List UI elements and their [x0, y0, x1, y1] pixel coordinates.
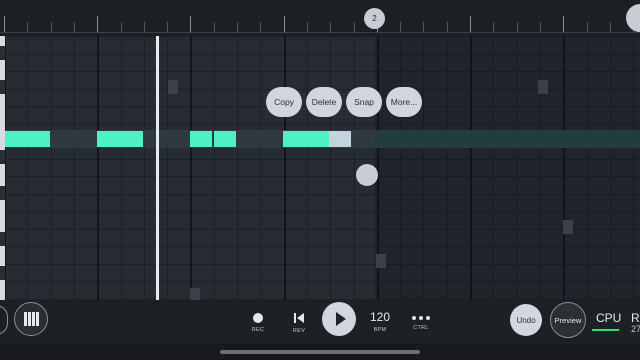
ghost-note[interactable] — [190, 288, 200, 300]
ruler-tick — [587, 22, 588, 32]
bpm-label: BPM — [373, 327, 387, 333]
loop-end-marker[interactable] — [626, 4, 640, 32]
snap-button[interactable]: Snap — [346, 87, 382, 117]
grid-column-line — [51, 36, 52, 300]
ghost-note[interactable] — [376, 254, 386, 268]
record-button[interactable]: REC — [248, 313, 268, 333]
cpu-meter-fill — [592, 329, 619, 331]
ruler-tick — [4, 16, 5, 32]
more-dots-icon — [412, 316, 430, 320]
grid-column-line — [97, 36, 99, 300]
grid-column-line — [354, 36, 355, 300]
grid-column-line — [74, 36, 75, 300]
ruler-tick — [493, 22, 494, 32]
midi-note[interactable] — [214, 131, 236, 147]
piano-keyboard-button[interactable] — [14, 302, 48, 336]
black-key[interactable] — [0, 232, 5, 246]
ruler-tick — [190, 16, 191, 32]
ruler-tick — [307, 22, 308, 32]
midi-note[interactable] — [190, 131, 212, 147]
ruler-tick — [610, 22, 611, 32]
ruler-tick — [214, 22, 215, 32]
ruler-tick — [237, 22, 238, 32]
ruler-baseline — [0, 32, 640, 33]
cpu-label: CPU — [596, 311, 622, 325]
ruler-tick — [74, 22, 75, 32]
ruler-tick — [27, 22, 28, 32]
cpu-meter — [592, 329, 620, 331]
ruler-tick — [517, 22, 518, 32]
ruler-tick — [563, 16, 564, 32]
ruler-tick — [400, 22, 401, 32]
ruler-tick — [51, 22, 52, 32]
piano-keyboard-strip[interactable] — [0, 36, 5, 300]
ruler-tick — [540, 22, 541, 32]
ruler-tick — [121, 22, 122, 32]
out-of-loop-shade — [375, 36, 640, 300]
piano-roll-grid[interactable] — [0, 36, 640, 300]
black-key[interactable] — [0, 80, 5, 94]
black-key[interactable] — [0, 186, 5, 200]
bar-number-marker[interactable]: 2 — [364, 8, 385, 29]
controls-button[interactable]: CTRL — [408, 312, 434, 331]
rewind-icon — [294, 313, 304, 323]
grid-column-line — [167, 36, 168, 300]
black-key[interactable] — [0, 150, 5, 164]
delete-button[interactable]: Delete — [306, 87, 342, 117]
copy-button[interactable]: Copy — [266, 87, 302, 117]
grid-column-line — [307, 36, 308, 300]
ghost-note[interactable] — [168, 80, 178, 94]
midi-note[interactable] — [5, 131, 50, 147]
timeline-ruler[interactable]: 2 — [0, 0, 640, 36]
ruler-tick — [97, 16, 98, 32]
ruler-tick — [284, 16, 285, 32]
ruler-tick — [354, 22, 355, 32]
bpm-value: 120 — [369, 310, 391, 324]
record-label: REC — [251, 327, 265, 333]
ruler-tick — [330, 22, 331, 32]
note-resize-handle[interactable] — [356, 164, 378, 186]
grid-column-line — [284, 36, 286, 300]
controls-label: CTRL — [413, 325, 429, 331]
playhead[interactable] — [156, 36, 159, 300]
grid-column-line — [27, 36, 28, 300]
ruler-tick — [144, 22, 145, 32]
black-key[interactable] — [0, 46, 5, 60]
grid-column-line — [144, 36, 145, 300]
preview-button[interactable]: Preview — [550, 302, 586, 338]
grid-column-line — [190, 36, 192, 300]
black-key[interactable] — [0, 266, 5, 280]
ghost-note[interactable] — [538, 80, 548, 94]
rewind-label: REV — [292, 328, 306, 334]
grid-column-line — [121, 36, 122, 300]
home-indicator[interactable] — [220, 350, 420, 354]
midi-note[interactable] — [97, 131, 143, 147]
piano-keys-icon — [23, 312, 39, 326]
more-button[interactable]: More... — [386, 87, 422, 117]
selected-midi-note[interactable] — [329, 131, 351, 147]
grid-column-line — [330, 36, 331, 300]
rewind-button[interactable]: REV — [289, 312, 309, 334]
play-icon — [335, 312, 346, 326]
tempo-button[interactable]: 120 BPM — [366, 310, 394, 333]
ruler-tick — [470, 16, 471, 32]
ram-value: 27 — [631, 324, 640, 334]
grid-column-line — [260, 36, 261, 300]
ruler-tick — [260, 22, 261, 32]
ghost-note[interactable] — [563, 220, 573, 234]
ruler-tick — [447, 22, 448, 32]
undo-button[interactable]: Undo — [510, 304, 542, 336]
ruler-tick — [423, 22, 424, 32]
grid-column-line — [214, 36, 215, 300]
transport-bar — [0, 300, 640, 344]
ram-label: R — [631, 311, 640, 325]
grid-column-line — [237, 36, 238, 300]
ruler-tick — [167, 22, 168, 32]
play-button[interactable] — [322, 302, 356, 336]
midi-note[interactable] — [283, 131, 329, 147]
record-icon — [253, 313, 263, 323]
